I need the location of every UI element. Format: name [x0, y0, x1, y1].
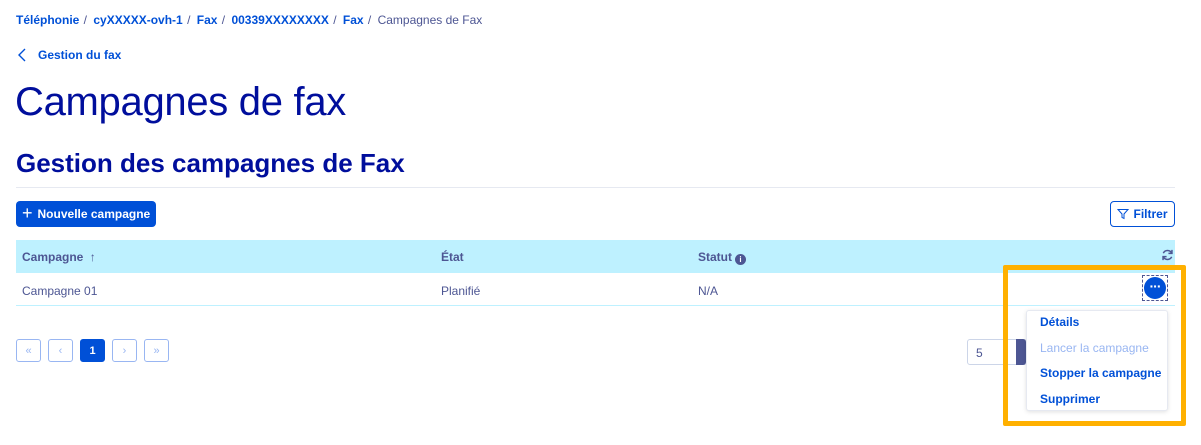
pagination: « ‹ 1 › » [16, 339, 169, 362]
back-link[interactable]: Gestion du fax [16, 47, 121, 63]
next-page-button[interactable]: › [112, 339, 137, 362]
breadcrumb-item-number[interactable]: 00339XXXXXXXX [231, 13, 328, 27]
sort-ascending-icon: ↑ [89, 250, 96, 264]
back-link-label: Gestion du fax [38, 48, 122, 62]
page-size-value: 5 [976, 346, 983, 360]
column-campaign-label: Campagne [22, 250, 84, 264]
menu-item-details[interactable]: Détails [1027, 316, 1167, 342]
first-page-button[interactable]: « [16, 339, 41, 362]
actions-dropdown: Détails Lancer la campagne Stopper la ca… [1026, 310, 1168, 411]
column-state-label: État [441, 250, 464, 264]
breadcrumb-item-fax-service[interactable]: Fax [343, 13, 364, 27]
breadcrumb: Téléphonie / cyXXXXX-ovh-1 / Fax / 00339… [16, 13, 483, 27]
cell-state: Planifié [441, 284, 481, 298]
filter-icon [1117, 209, 1130, 220]
column-header-campaign[interactable]: Campagne ↑ [22, 250, 96, 264]
menu-item-stop-campaign[interactable]: Stopper la campagne [1027, 367, 1167, 393]
chevron-left-icon [18, 48, 26, 62]
breadcrumb-item-account[interactable]: cyXXXXX-ovh-1 [93, 13, 182, 27]
cell-campaign: Campagne 01 [22, 284, 98, 298]
new-campaign-button[interactable]: + Nouvelle campagne [16, 201, 157, 227]
page-1-button[interactable]: 1 [80, 339, 105, 362]
refresh-icon[interactable] [1161, 248, 1174, 262]
last-page-button[interactable]: » [144, 339, 169, 362]
breadcrumb-item-telephonie[interactable]: Téléphonie [16, 13, 79, 27]
breadcrumb-current: Campagnes de Fax [377, 13, 483, 27]
new-campaign-label: Nouvelle campagne [37, 207, 151, 221]
table-header: Campagne ↑ État Statut i [16, 240, 1175, 273]
more-options-icon: ··· [1144, 277, 1166, 299]
cell-status: N/A [698, 284, 719, 298]
info-icon[interactable]: i [735, 254, 746, 265]
row-actions-button[interactable]: ··· [1142, 275, 1168, 301]
page-title: Campagnes de fax [15, 80, 346, 124]
menu-item-delete[interactable]: Supprimer [1027, 392, 1167, 419]
divider [16, 187, 1175, 188]
column-status-label: Statut [698, 250, 732, 264]
breadcrumb-item-fax[interactable]: Fax [197, 13, 218, 27]
table-row: Campagne 01 Planifié N/A [16, 273, 1175, 306]
section-title: Gestion des campagnes de Fax [16, 148, 405, 178]
filter-label: Filtrer [1133, 207, 1168, 221]
column-header-state[interactable]: État [441, 250, 464, 264]
filter-button[interactable]: Filtrer [1110, 201, 1175, 227]
column-header-status[interactable]: Statut i [698, 250, 746, 265]
prev-page-button[interactable]: ‹ [48, 339, 73, 362]
plus-icon: + [22, 203, 33, 223]
menu-item-launch-campaign[interactable]: Lancer la campagne [1027, 341, 1167, 368]
